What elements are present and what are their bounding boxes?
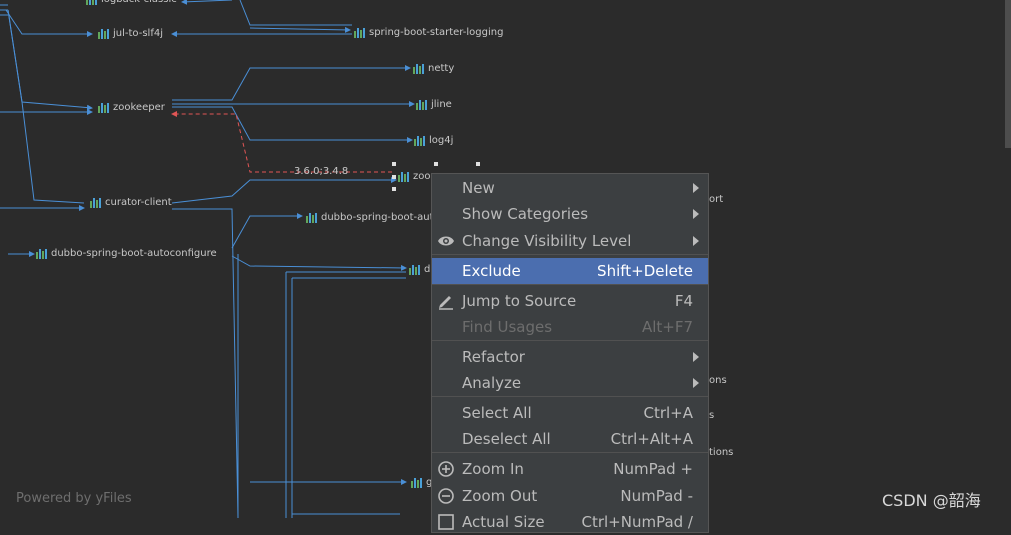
- maven-icon: [306, 212, 317, 223]
- eye-icon: [437, 232, 455, 250]
- actual-size-icon: [437, 513, 455, 531]
- node-label: zookeeper: [113, 102, 165, 113]
- node-zookeeper-selected[interactable]: zoo: [398, 171, 431, 182]
- menu-item-actual-size[interactable]: Actual Size Ctrl+NumPad /: [432, 509, 708, 535]
- node-label: dubbo-spring-boot-aut: [321, 212, 434, 223]
- menu-item-find-usages: Find Usages Alt+F7: [462, 318, 693, 336]
- node-label: jul-to-slf4j: [113, 28, 163, 39]
- maven-icon: [98, 102, 109, 113]
- powered-by-label: Powered by yFiles: [16, 491, 132, 506]
- node-label: curator-client: [105, 197, 172, 208]
- node-log4j[interactable]: log4j: [414, 135, 453, 146]
- node-label: logback-classic: [101, 0, 177, 5]
- node-jul-to-slf4j[interactable]: jul-to-slf4j: [98, 28, 163, 39]
- maven-icon: [98, 28, 109, 39]
- maven-icon: [414, 135, 425, 146]
- node-label: zoo: [413, 171, 431, 182]
- menu-separator: [432, 254, 708, 255]
- node-label: netty: [428, 63, 455, 74]
- submenu-arrow-icon: [693, 352, 699, 362]
- menu-separator: [432, 340, 708, 341]
- maven-icon: [86, 0, 97, 5]
- node-label: d: [424, 264, 431, 275]
- node-label: spring-boot-starter-logging: [369, 27, 504, 38]
- selection-handle[interactable]: [392, 175, 396, 179]
- clipped-node-label: s: [709, 410, 715, 421]
- submenu-arrow-icon: [693, 378, 699, 388]
- menu-item-show-categories[interactable]: Show Categories: [432, 201, 708, 227]
- node-d-partial[interactable]: d: [409, 264, 430, 275]
- maven-icon: [354, 27, 365, 38]
- node-dubbo-spring-boot-autoconfigure[interactable]: dubbo-spring-boot-autoconfigure: [36, 248, 217, 259]
- clipped-node-label: ort: [709, 194, 724, 205]
- zoom-in-icon: [437, 460, 455, 478]
- maven-icon: [36, 248, 47, 259]
- menu-item-refactor[interactable]: Refactor: [432, 344, 708, 370]
- node-label: jline: [431, 99, 452, 110]
- menu-item-deselect-all[interactable]: Deselect All Ctrl+Alt+A: [432, 426, 708, 452]
- node-spring-boot-starter-logging[interactable]: spring-boot-starter-logging: [354, 27, 503, 38]
- conflict-edge-label: 3.6.0;3.4.8: [294, 166, 349, 177]
- submenu-arrow-icon: [693, 236, 699, 246]
- selection-handle[interactable]: [434, 162, 438, 166]
- selection-handle[interactable]: [476, 162, 480, 166]
- menu-separator: [432, 452, 708, 453]
- clipped-node-label: tions: [709, 447, 734, 458]
- menu-separator: [432, 284, 708, 285]
- selection-handle[interactable]: [392, 162, 396, 166]
- node-label: dubbo-spring-boot-autoconfigure: [51, 248, 217, 259]
- watermark: CSDN @韶海: [882, 491, 981, 510]
- menu-item-zoom-out[interactable]: Zoom Out NumPad -: [432, 483, 708, 509]
- submenu-arrow-icon: [693, 183, 699, 193]
- menu-item-exclude[interactable]: Exclude Shift+Delete: [432, 258, 708, 284]
- maven-icon: [413, 63, 424, 74]
- node-netty[interactable]: netty: [413, 63, 454, 74]
- selection-handle[interactable]: [392, 187, 396, 191]
- menu-item-new[interactable]: New: [432, 175, 708, 201]
- menu-item-change-visibility-level[interactable]: Change Visibility Level: [432, 228, 708, 254]
- pencil-icon: [437, 292, 455, 310]
- node-curator-client[interactable]: curator-client: [90, 197, 172, 208]
- context-menu[interactable]: New Show Categories Change Visibility Le…: [431, 173, 709, 533]
- maven-icon: [409, 264, 420, 275]
- node-g-partial[interactable]: g: [411, 477, 432, 488]
- maven-icon: [411, 477, 422, 488]
- maven-icon: [398, 171, 409, 182]
- node-dubbo-spring-boot-partial[interactable]: dubbo-spring-boot-aut: [306, 212, 434, 223]
- node-jline[interactable]: jline: [416, 99, 452, 110]
- clipped-node-label: ons: [709, 375, 727, 386]
- menu-item-select-all[interactable]: Select All Ctrl+A: [432, 400, 708, 426]
- vertical-scrollbar-thumb[interactable]: [1005, 0, 1011, 148]
- node-label: log4j: [429, 135, 454, 146]
- menu-item-zoom-in[interactable]: Zoom In NumPad +: [432, 456, 708, 482]
- node-zookeeper[interactable]: zookeeper: [98, 102, 165, 113]
- submenu-arrow-icon: [693, 209, 699, 219]
- menu-item-jump-to-source[interactable]: Jump to Source F4: [432, 288, 708, 314]
- zoom-out-icon: [437, 487, 455, 505]
- menu-item-analyze[interactable]: Analyze: [432, 370, 708, 396]
- maven-icon: [90, 197, 101, 208]
- node-logback-classic[interactable]: logback-classic: [86, 0, 177, 5]
- menu-separator: [432, 396, 708, 397]
- maven-icon: [416, 99, 427, 110]
